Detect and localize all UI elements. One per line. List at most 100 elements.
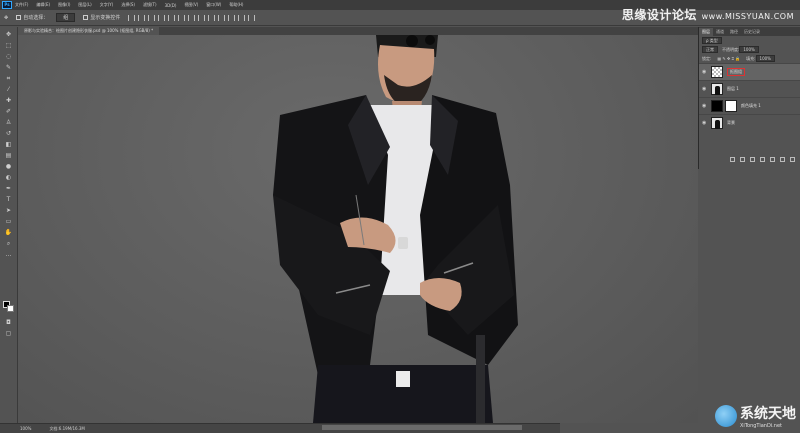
menu-file[interactable]: 文件(F) — [15, 2, 28, 8]
distribute-center-icon[interactable] — [228, 14, 236, 21]
layer-row-color-fill[interactable]: ◉ 颜色填充 1 — [699, 97, 800, 114]
brush-icon[interactable]: ✐ — [3, 108, 14, 115]
align-middle-icon[interactable] — [138, 14, 146, 21]
tab-layers[interactable]: 图层 — [699, 28, 713, 36]
path-select-icon[interactable]: ➤ — [3, 207, 14, 214]
document-tab[interactable]: 原影与实验精合：绘图片创建隐形衣服.psd @ 100% (抠图组, RGB/8… — [18, 27, 160, 35]
align-bottom-icon[interactable] — [148, 14, 156, 21]
stamp-icon[interactable]: ♙ — [3, 119, 14, 126]
layer-thumbnail — [711, 83, 723, 95]
adjustment-layer-icon[interactable] — [760, 157, 765, 162]
distribute-left-icon[interactable] — [218, 14, 226, 21]
blend-mode-dropdown[interactable]: 正常 — [702, 46, 718, 53]
layer-thumbnail — [711, 66, 723, 78]
dodge-icon[interactable]: ◐ — [3, 174, 14, 181]
eye-icon[interactable]: ◉ — [702, 69, 708, 75]
quick-select-icon[interactable]: ✎ — [3, 64, 14, 71]
eye-icon[interactable]: ◉ — [702, 120, 708, 126]
layer-name[interactable]: 抠图组 — [727, 68, 745, 76]
add-mask-icon[interactable] — [750, 157, 755, 162]
horizontal-scrollbar[interactable] — [322, 425, 522, 430]
fill-field[interactable]: 100% — [755, 55, 775, 62]
layer-name[interactable]: 背景 — [727, 120, 735, 126]
panel-dock-column — [780, 170, 800, 423]
menu-window[interactable]: 窗口(W) — [206, 2, 221, 8]
menu-view[interactable]: 视图(V) — [184, 2, 198, 8]
gradient-icon[interactable]: ▤ — [3, 152, 14, 159]
menu-help[interactable]: 帮助(H) — [229, 2, 243, 8]
eye-icon[interactable]: ◉ — [702, 103, 708, 109]
background-color-swatch[interactable] — [7, 305, 14, 312]
pen-icon[interactable]: ✒ — [3, 185, 14, 192]
eyedropper-icon[interactable]: ⁄ — [3, 86, 14, 93]
menu-type[interactable]: 文字(Y) — [100, 2, 114, 8]
transform-controls-option[interactable]: 显示变换控件 — [83, 14, 120, 21]
zoom-icon[interactable]: ⌕ — [3, 240, 14, 247]
align-right-icon[interactable] — [178, 14, 186, 21]
lock-icons[interactable]: ▦ ✎ ✥ ⌗ 🔒 — [717, 56, 740, 61]
menu-select[interactable]: 选择(S) — [121, 2, 135, 8]
tab-history[interactable]: 历史记录 — [741, 28, 763, 36]
layer-filter-dropdown[interactable]: ρ 类型 — [702, 37, 722, 44]
crop-icon[interactable]: ⌗ — [3, 75, 14, 82]
new-layer-icon[interactable] — [780, 157, 785, 162]
watermark-logo-icon — [715, 405, 737, 427]
layer-row-layer-1[interactable]: ◉ 图层 1 — [699, 80, 800, 97]
marquee-icon[interactable]: ⬚ — [3, 42, 14, 49]
layer-row-cutout-group[interactable]: ◉ 抠图组 — [699, 63, 800, 80]
3d-mode-icon[interactable] — [248, 14, 256, 21]
fx-icon[interactable] — [740, 157, 745, 162]
eye-icon[interactable]: ◉ — [702, 86, 708, 92]
layer-name[interactable]: 颜色填充 1 — [741, 103, 761, 109]
eraser-icon[interactable]: ◧ — [3, 141, 14, 148]
menu-filter[interactable]: 滤镜(T) — [143, 2, 157, 8]
align-left-icon[interactable] — [158, 14, 166, 21]
link-layers-icon[interactable] — [730, 157, 735, 162]
history-brush-icon[interactable]: ↺ — [3, 130, 14, 137]
document-canvas[interactable] — [18, 35, 698, 423]
blur-icon[interactable]: ● — [3, 163, 14, 170]
document-info[interactable]: 文档:6.19M/16.3M — [49, 426, 84, 432]
healing-icon[interactable]: ✚ — [3, 97, 14, 104]
blend-opacity-row: 正常 不透明度: 100% — [699, 45, 800, 54]
layer-row-background[interactable]: ◉ 背景 — [699, 114, 800, 131]
auto-select-option[interactable]: 自动选择： — [16, 14, 48, 21]
distribute-middle-icon[interactable] — [198, 14, 206, 21]
document-tab-bar: 原影与实验精合：绘图片创建隐形衣服.psd @ 100% (抠图组, RGB/8… — [18, 27, 698, 35]
new-group-icon[interactable] — [770, 157, 775, 162]
opacity-field[interactable]: 100% — [739, 46, 759, 53]
delete-layer-icon[interactable] — [790, 157, 795, 162]
tools-panel: ✥ ⬚ ◌ ✎ ⌗ ⁄ ✚ ✐ ♙ ↺ ◧ ▤ ● ◐ ✒ T ➤ ▭ ✋ ⌕ … — [0, 27, 18, 423]
fill-label: 填充: — [746, 55, 756, 61]
align-center-icon[interactable] — [168, 14, 176, 21]
more-icon[interactable]: … — [3, 251, 14, 258]
move-icon[interactable]: ✥ — [3, 31, 14, 38]
menu-layer[interactable]: 图层(L) — [78, 2, 91, 8]
transform-checkbox[interactable] — [83, 15, 89, 20]
auto-select-dropdown[interactable]: 组 — [56, 13, 76, 22]
distribute-bottom-icon[interactable] — [208, 14, 216, 21]
distribute-top-icon[interactable] — [188, 14, 196, 21]
menu-3d[interactable]: 3D(D) — [165, 3, 177, 8]
align-top-icon[interactable] — [128, 14, 136, 21]
type-icon[interactable]: T — [3, 196, 14, 203]
shape-icon[interactable]: ▭ — [3, 218, 14, 225]
watermark-top: 思缘设计论坛 www.MISSYUAN.COM — [622, 6, 794, 23]
screen-mode-icon[interactable]: ▢ — [3, 330, 14, 337]
photoshop-window: Ps 文件(F) 编辑(E) 图像(I) 图层(L) 文字(Y) 选择(S) 滤… — [0, 0, 800, 433]
layer-name[interactable]: 图层 1 — [727, 86, 739, 92]
lasso-icon[interactable]: ◌ — [3, 53, 14, 60]
layer-mask-thumbnail[interactable] — [725, 100, 737, 112]
move-tool-icon[interactable]: ✥ — [4, 15, 8, 21]
menu-image[interactable]: 图像(I) — [58, 2, 70, 8]
tab-paths[interactable]: 路径 — [727, 28, 741, 36]
quick-mask-icon[interactable]: ◘ — [3, 319, 14, 326]
tab-channels[interactable]: 通道 — [713, 28, 727, 36]
menu-edit[interactable]: 编辑(E) — [36, 2, 50, 8]
auto-select-checkbox[interactable] — [16, 15, 22, 20]
lock-label: 锁定: — [702, 55, 712, 61]
hand-icon[interactable]: ✋ — [3, 229, 14, 236]
zoom-level[interactable]: 100% — [20, 426, 31, 431]
distribute-right-icon[interactable] — [238, 14, 246, 21]
layer-filter-row: ρ 类型 — [699, 36, 800, 45]
